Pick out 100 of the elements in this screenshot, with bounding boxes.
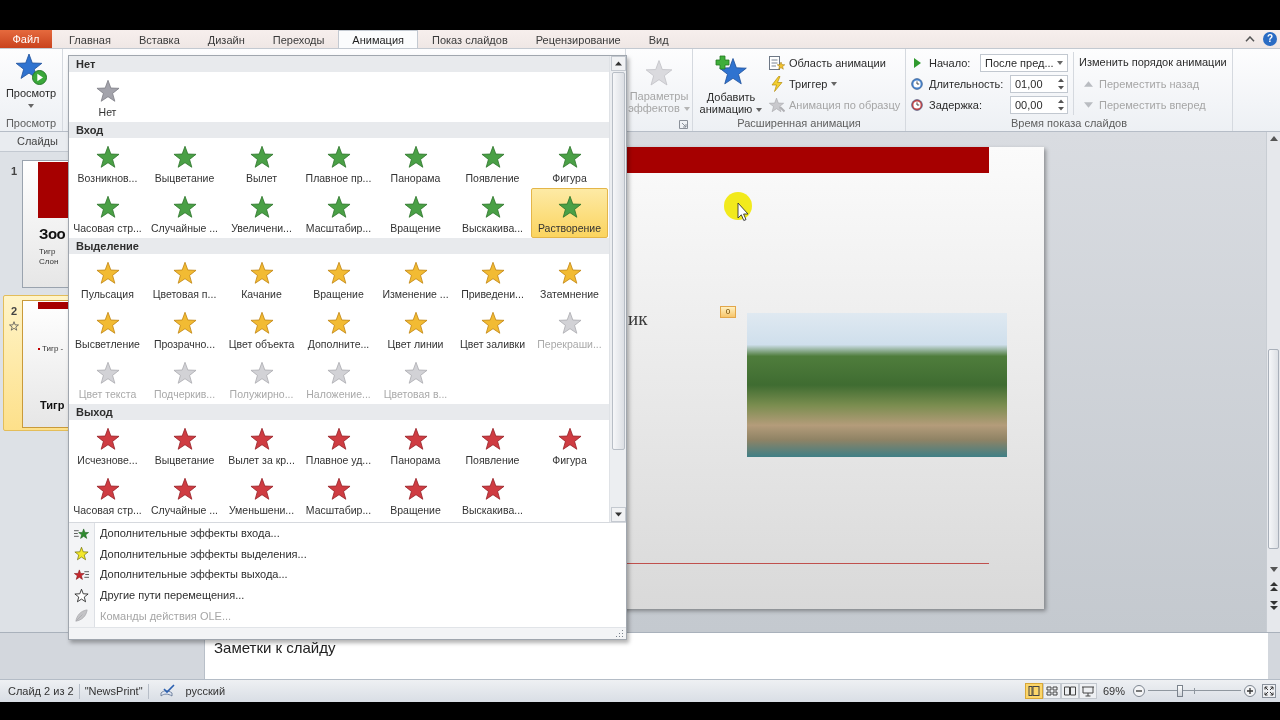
star-icon bbox=[557, 195, 582, 219]
effect-item[interactable]: Выскакива... bbox=[454, 470, 531, 520]
spin-field[interactable]: 00,00 bbox=[1010, 95, 1068, 114]
star-icon bbox=[403, 145, 428, 169]
spin-arrows-icon[interactable] bbox=[1058, 77, 1064, 90]
effect-item[interactable]: Масштабир... bbox=[300, 470, 377, 520]
previous-slide-icon[interactable] bbox=[1269, 582, 1278, 591]
scroll-up-icon[interactable] bbox=[610, 56, 626, 71]
fit-to-window-icon[interactable] bbox=[1262, 684, 1276, 698]
language-label[interactable]: русский bbox=[185, 685, 226, 697]
effect-item[interactable]: Качание bbox=[223, 254, 300, 304]
effect-item[interactable]: Приведени... bbox=[454, 254, 531, 304]
effect-item[interactable]: Возникнов... bbox=[69, 138, 146, 188]
zoom-in-icon[interactable] bbox=[1244, 685, 1256, 697]
spin-arrows-icon[interactable] bbox=[1058, 98, 1064, 111]
effect-item[interactable]: Цвет заливки bbox=[454, 304, 531, 354]
next-slide-icon[interactable] bbox=[1269, 601, 1278, 610]
preview-button[interactable]: Просмотр bbox=[2, 49, 60, 117]
star-icon bbox=[403, 261, 428, 285]
effect-item[interactable]: Вылет bbox=[223, 138, 300, 188]
menu-item[interactable]: Дополнительные эффекты входа... bbox=[69, 523, 626, 544]
effect-item[interactable]: Дополните... bbox=[300, 304, 377, 354]
effect-item[interactable]: Цвет объекта bbox=[223, 304, 300, 354]
ribbon-command[interactable]: Триггер bbox=[766, 73, 904, 94]
effect-item[interactable]: Выскакива... bbox=[454, 188, 531, 238]
effect-item[interactable]: Вращение bbox=[377, 188, 454, 238]
help-button[interactable]: ? bbox=[1263, 32, 1277, 46]
start-dropdown[interactable]: После пред... bbox=[980, 53, 1068, 72]
effect-item[interactable]: Вылет за кр... bbox=[223, 420, 300, 470]
scroll-down-icon[interactable] bbox=[610, 507, 626, 522]
scroll-down-icon[interactable] bbox=[1269, 567, 1278, 572]
effect-item[interactable]: Увеличени... bbox=[223, 188, 300, 238]
zoom-out-icon[interactable] bbox=[1133, 685, 1145, 697]
effect-item[interactable]: Прозрачно... bbox=[146, 304, 223, 354]
theme-name: "NewsPrint" bbox=[84, 685, 143, 697]
ribbon-tab[interactable]: Показ слайдов bbox=[418, 30, 522, 48]
book-icon[interactable] bbox=[1061, 683, 1079, 699]
effect-item[interactable]: Цвет линии bbox=[377, 304, 454, 354]
effect-item[interactable]: Появление bbox=[454, 420, 531, 470]
collapse-ribbon-icon[interactable] bbox=[1245, 36, 1255, 42]
add-animation-button[interactable]: Добавить анимацию bbox=[696, 49, 766, 117]
star-icon bbox=[172, 311, 197, 335]
spin-field[interactable]: 01,00 bbox=[1010, 74, 1068, 93]
normal-view-icon[interactable] bbox=[1025, 683, 1043, 699]
notes-field[interactable]: Заметки к слайду bbox=[204, 633, 1268, 679]
effect-item[interactable]: Уменьшени... bbox=[223, 470, 300, 520]
caret-icon bbox=[756, 107, 763, 112]
scroll-up-icon[interactable] bbox=[1269, 136, 1278, 141]
ribbon-tab[interactable]: Анимация bbox=[338, 30, 418, 48]
dialog-launcher-icon[interactable] bbox=[679, 119, 688, 129]
menu-item[interactable]: Другие пути перемещения... bbox=[69, 584, 626, 606]
slide-number: 2 bbox=[10, 305, 18, 317]
effect-item[interactable]: Фигура bbox=[531, 138, 608, 188]
effect-item[interactable]: Панорама bbox=[377, 138, 454, 188]
effect-item[interactable]: Высветление bbox=[69, 304, 146, 354]
effect-item[interactable]: Часовая стр... bbox=[69, 470, 146, 520]
spellcheck-icon[interactable] bbox=[159, 684, 176, 698]
grid-view-icon[interactable] bbox=[1043, 683, 1061, 699]
projector-screen-icon[interactable] bbox=[1079, 683, 1097, 699]
effect-item[interactable]: Цветовая п... bbox=[146, 254, 223, 304]
ribbon-tab[interactable]: Дизайн bbox=[193, 30, 259, 48]
menu-item[interactable]: Дополнительные эффекты выхода... bbox=[69, 564, 626, 585]
scrollbar-thumb[interactable] bbox=[1268, 349, 1279, 549]
effect-item[interactable]: Выцветание bbox=[146, 420, 223, 470]
effect-item[interactable]: Исчезнове... bbox=[69, 420, 146, 470]
scrollbar-thumb[interactable] bbox=[611, 72, 625, 450]
effect-item[interactable]: Изменение ... bbox=[377, 254, 454, 304]
effect-item[interactable]: Затемнение bbox=[531, 254, 608, 304]
ribbon-tab[interactable]: Вид bbox=[634, 30, 683, 48]
effect-item[interactable]: Панорама bbox=[377, 420, 454, 470]
effect-item[interactable]: Растворение bbox=[531, 188, 608, 238]
ribbon-tab[interactable]: Переходы bbox=[258, 30, 339, 48]
menu-item[interactable]: Дополнительные эффекты выделения... bbox=[69, 543, 626, 565]
effect-item[interactable]: Вращение bbox=[377, 470, 454, 520]
ribbon-command[interactable]: Область анимации bbox=[766, 52, 904, 73]
effect-item[interactable]: Фигура bbox=[531, 420, 608, 470]
effect-item[interactable]: Плавное пр... bbox=[300, 138, 377, 188]
effect-item[interactable]: Часовая стр... bbox=[69, 188, 146, 238]
file-tab[interactable]: Файл bbox=[0, 30, 52, 48]
star-icon bbox=[645, 58, 673, 87]
zoom-level-button[interactable]: 69% bbox=[1103, 685, 1127, 697]
cursor-icon bbox=[724, 192, 754, 222]
star-icon bbox=[172, 145, 197, 169]
ribbon-tab[interactable]: Рецензирование bbox=[521, 30, 635, 48]
star-icon bbox=[480, 311, 505, 335]
effect-item[interactable]: Плавное уд... bbox=[300, 420, 377, 470]
effect-item[interactable]: Пульсация bbox=[69, 254, 146, 304]
effect-item[interactable]: Случайные ... bbox=[146, 470, 223, 520]
star-icon bbox=[403, 427, 428, 451]
zoom-slider-thumb[interactable] bbox=[1176, 685, 1183, 697]
resize-grip-icon[interactable] bbox=[616, 629, 624, 637]
ribbon-tab[interactable]: Вставка bbox=[124, 30, 194, 48]
effect-item[interactable]: Выцветание bbox=[146, 138, 223, 188]
effect-item[interactable]: Масштабир... bbox=[300, 188, 377, 238]
ribbon-tab[interactable]: Главная bbox=[55, 30, 125, 48]
effect-item[interactable]: Случайные ... bbox=[146, 188, 223, 238]
effect-item[interactable]: Появление bbox=[454, 138, 531, 188]
star-icon bbox=[326, 261, 351, 285]
effect-item[interactable]: Нет bbox=[69, 72, 146, 122]
effect-item[interactable]: Вращение bbox=[300, 254, 377, 304]
